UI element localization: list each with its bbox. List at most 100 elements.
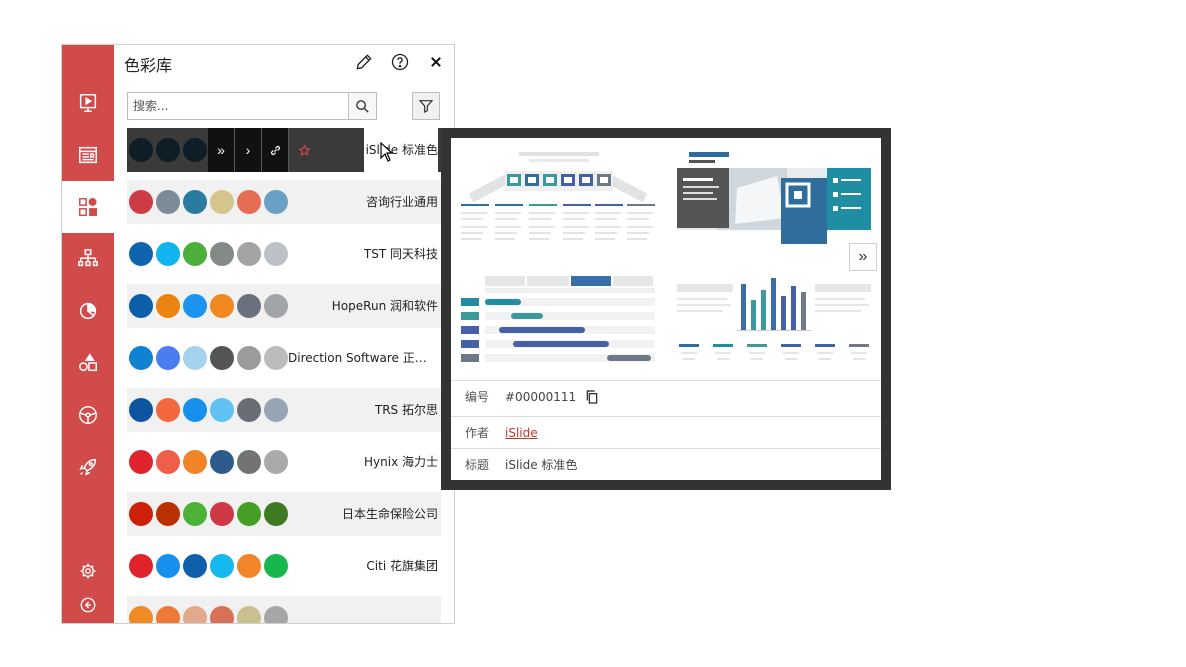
palette-name: Hynix 海力士 [364, 455, 438, 469]
close-button[interactable] [424, 51, 448, 73]
color-swatch [129, 606, 153, 623]
color-swatch [183, 606, 207, 623]
palette-swatches [127, 502, 291, 526]
title-value: iSlide 标准色 [505, 458, 578, 472]
color-swatch [156, 606, 180, 623]
next-preview-button[interactable]: » [849, 243, 877, 271]
color-swatch [183, 294, 207, 318]
panel-content: 色彩库 »› iSlide 标准色咨询行业通用 TST 同天科技 HopeRun 润和… [114, 45, 454, 623]
rail-chart-button[interactable] [62, 285, 114, 337]
palette-name: 日本生命保险公司 [341, 507, 438, 521]
rail-layout-button[interactable] [62, 129, 114, 181]
preview-thumbnails: » [451, 138, 881, 380]
rocket-icon [79, 458, 97, 476]
color-swatch [210, 294, 234, 318]
side-rail [62, 45, 114, 623]
palette-swatches [127, 606, 291, 623]
palette-row[interactable]: Direction Software 正方软件 [127, 336, 441, 380]
rail-collapse-button[interactable] [62, 579, 114, 623]
color-swatch [264, 346, 288, 370]
preview-card: » 编号 #00000111 作者 iSlide 标题 iSlide 标准色 [451, 138, 881, 480]
palette-row[interactable]: Hynix 海力士 [127, 440, 441, 484]
settings-icon [80, 563, 96, 579]
color-swatch [264, 190, 288, 214]
color-swatch [237, 398, 261, 422]
color-swatch [237, 502, 261, 526]
color-swatch [210, 242, 234, 266]
slideshow-icon [79, 94, 97, 112]
color-swatch [264, 242, 288, 266]
preview-thumb-org-chart [451, 138, 665, 258]
rail-rocket-button[interactable] [62, 441, 114, 493]
copy-icon[interactable] [584, 389, 600, 405]
color-swatch [129, 294, 153, 318]
palette-name: TST 同天科技 [363, 247, 438, 261]
color-swatch [129, 138, 153, 162]
search-icon [356, 99, 369, 113]
rail-slideshow-button[interactable] [62, 77, 114, 129]
preview-thumb-bar-chart [667, 260, 881, 380]
color-swatch [264, 554, 288, 578]
meta-row-id: 编号 #00000111 [451, 380, 881, 412]
color-swatch [210, 554, 234, 578]
search-input[interactable] [128, 93, 348, 119]
rail-color-library-button[interactable] [62, 181, 114, 233]
rail-steering-button[interactable] [62, 389, 114, 441]
link-icon[interactable] [262, 128, 289, 172]
color-swatch [210, 450, 234, 474]
meta-row-author: 作者 iSlide [451, 416, 881, 448]
color-swatch [183, 190, 207, 214]
color-swatch [183, 398, 207, 422]
collapse-icon [80, 597, 96, 613]
palette-swatches [127, 190, 291, 214]
color-swatch [237, 450, 261, 474]
rail-shapes-button[interactable] [62, 337, 114, 389]
favorite-star-icon[interactable] [289, 128, 319, 172]
apply-all-icon[interactable]: » [208, 128, 235, 172]
preview-thumb-cover [667, 138, 881, 258]
color-swatch [156, 346, 180, 370]
color-swatch [129, 242, 153, 266]
id-value: #00000111 [505, 389, 577, 404]
palette-row[interactable]: 日本生命保险公司 [127, 492, 441, 536]
apply-icon[interactable]: › [235, 128, 262, 172]
panel-title: 色彩库 [124, 56, 173, 75]
rail-diagram-button[interactable] [62, 233, 114, 285]
diagram-icon [78, 249, 98, 267]
chart-icon [79, 302, 97, 320]
author-link[interactable]: iSlide [505, 426, 538, 440]
color-swatch [129, 502, 153, 526]
color-swatch [156, 242, 180, 266]
color-swatch [183, 450, 207, 474]
palette-swatches [127, 554, 291, 578]
help-button[interactable] [388, 51, 412, 73]
palette-row[interactable]: TST 同天科技 [127, 232, 441, 276]
color-swatch [210, 190, 234, 214]
palette-row[interactable]: Citi 花旗集团 [127, 544, 441, 588]
color-swatch [156, 398, 180, 422]
color-swatch [237, 554, 261, 578]
palette-swatches [127, 346, 291, 370]
edit-button[interactable] [352, 51, 376, 73]
palette-row[interactable]: HopeRun 润和软件 [127, 284, 441, 328]
palette-row[interactable]: 咨询行业通用 [127, 180, 441, 224]
palette-swatches [127, 242, 291, 266]
title-label: 标题 [465, 458, 490, 472]
author-label: 作者 [465, 426, 490, 440]
color-swatch [264, 294, 288, 318]
preview-thumb-gantt [451, 260, 665, 380]
color-swatch [210, 346, 234, 370]
filter-button[interactable] [412, 92, 440, 120]
meta-row-title: 标题 iSlide 标准色 [451, 448, 881, 480]
color-library-icon [79, 198, 97, 216]
palette-row[interactable]: TRS 拓尔思 [127, 388, 441, 432]
palette-row[interactable] [127, 596, 441, 623]
color-swatch [264, 606, 288, 623]
palette-name: Citi 花旗集团 [366, 559, 438, 573]
id-label: 编号 [465, 390, 490, 404]
color-swatch [264, 450, 288, 474]
search-button[interactable] [348, 93, 376, 119]
palette-swatches [127, 398, 291, 422]
mouse-cursor-icon [380, 142, 394, 162]
color-swatch [237, 294, 261, 318]
